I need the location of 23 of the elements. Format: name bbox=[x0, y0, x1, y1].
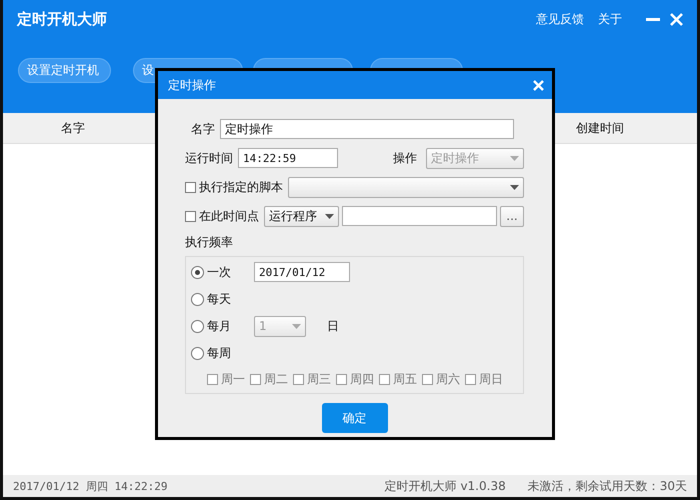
radio-label: 一次 bbox=[207, 264, 232, 280]
field-label: 运行时间 bbox=[185, 150, 233, 166]
version-text: 定时开机大师 v1.0.38 bbox=[384, 478, 506, 494]
app-title: 定时开机大师 bbox=[17, 10, 108, 28]
weekday-label: 周一 bbox=[221, 370, 245, 388]
weekday-label: 周五 bbox=[393, 370, 417, 388]
radio-label: 每周 bbox=[207, 344, 232, 362]
weekday-label: 周四 bbox=[350, 370, 374, 388]
weekday-label: 周三 bbox=[307, 370, 331, 388]
field-label: 操作 bbox=[393, 150, 417, 166]
status-datetime: 2017/01/12 周四 14:22:29 bbox=[13, 478, 168, 494]
dialog-title: 定时操作 bbox=[168, 76, 217, 94]
day-unit-label: 日 bbox=[327, 318, 339, 334]
section-label: 执行频率 bbox=[185, 234, 234, 251]
radio-label: 每月 bbox=[207, 318, 232, 334]
radio-label: 每天 bbox=[207, 290, 232, 308]
weekday-label: 周二 bbox=[264, 370, 288, 388]
checkbox-label: 执行指定的脚本 bbox=[199, 178, 283, 196]
weekday-label: 周六 bbox=[436, 370, 460, 388]
weekday-label: 周日 bbox=[479, 370, 503, 388]
checkbox-label: 在此时间点 bbox=[199, 208, 259, 224]
field-label: 名字 bbox=[191, 120, 215, 138]
license-status: 未激活，剩余试用天数：30天 bbox=[528, 478, 687, 494]
